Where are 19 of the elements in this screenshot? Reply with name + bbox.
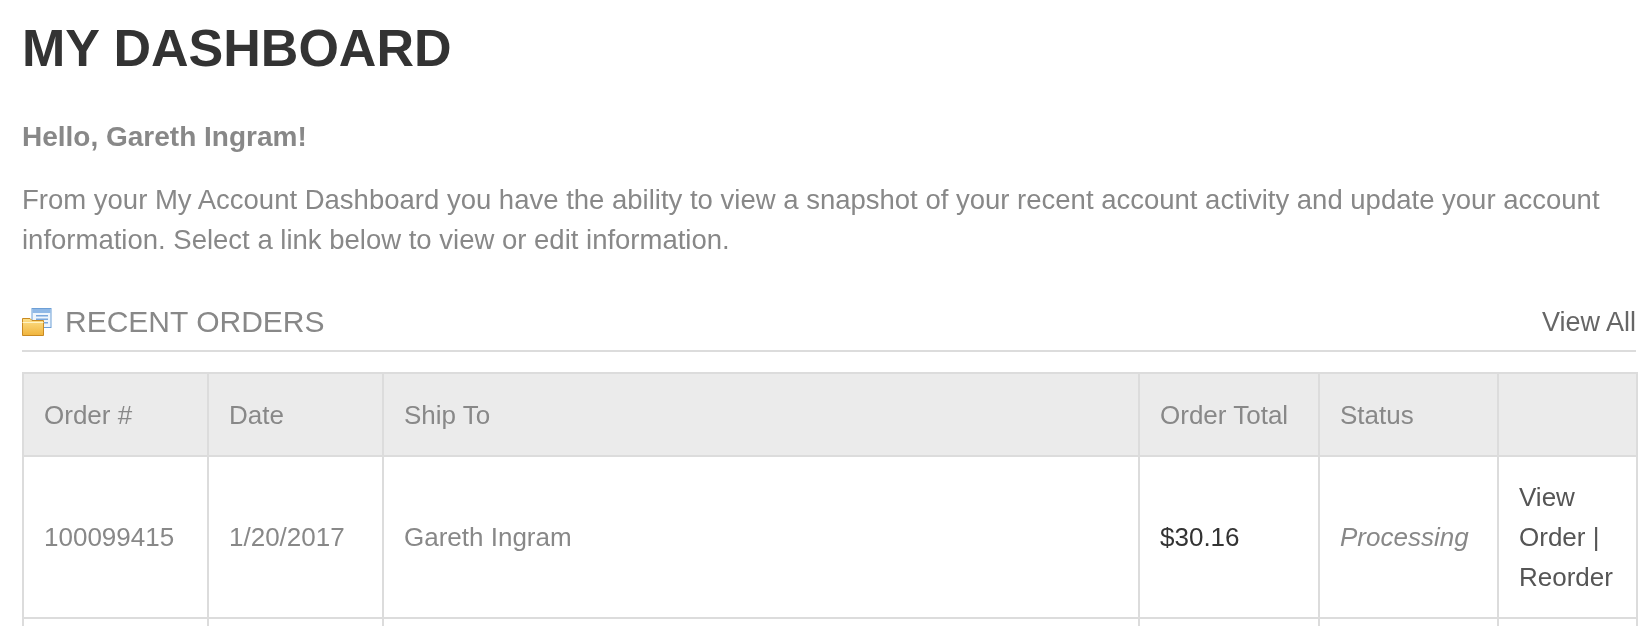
column-header: Order Total	[1139, 373, 1319, 456]
column-header: Order #	[23, 373, 208, 456]
folder-document-icon	[22, 308, 52, 336]
link-separator: |	[1592, 522, 1600, 552]
column-header: Date	[208, 373, 383, 456]
page-title: MY DASHBOARD	[22, 18, 453, 78]
table-cell: 100099415	[23, 456, 208, 618]
table-cell: Gareth Ingram	[383, 456, 1139, 618]
action-link[interactable]: Reorder	[1519, 557, 1613, 597]
column-header: Status	[1319, 373, 1498, 456]
table-cell: Processing	[1319, 456, 1498, 618]
table-cell: $30.16	[1139, 456, 1319, 618]
column-header: Ship To	[383, 373, 1139, 456]
greeting-text: Hello, Gareth Ingram!	[22, 120, 308, 154]
intro-text: From your My Account Dashboard you have the ability to view a snapshot of your recent account activity and update your account information. Select a link below to view or edit information.	[22, 183, 1601, 257]
view-all-link[interactable]: View All	[1541, 304, 1636, 340]
section-heading: RECENT ORDERS	[65, 304, 325, 340]
action-link[interactable]: View Order	[1519, 477, 1586, 557]
table-cell: 1/20/2017	[208, 456, 383, 618]
